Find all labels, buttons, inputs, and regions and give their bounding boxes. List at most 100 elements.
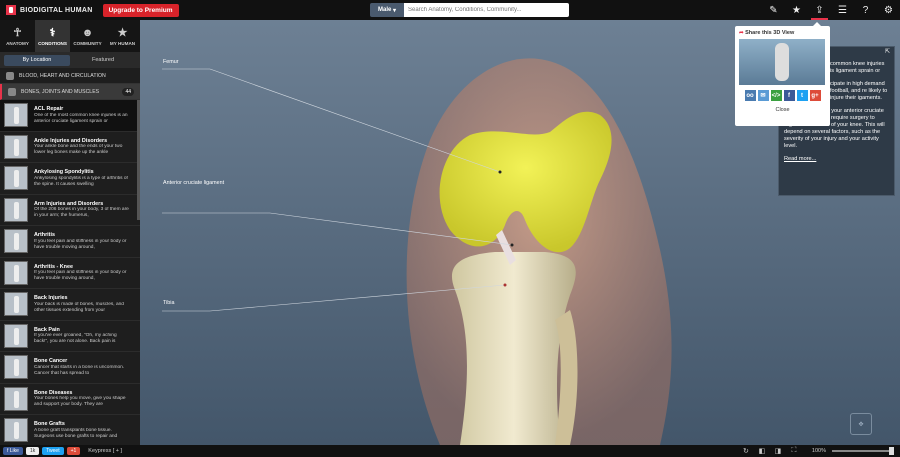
tibia-bone	[451, 252, 576, 445]
list-item[interactable]: Bone Cancer Cancer that starts in a bone …	[0, 352, 140, 384]
sidebar: ☥ ANATOMY ⚕ CONDITIONS ☻ COMMUNITY ★ MY HUMA…	[0, 20, 140, 445]
tab-label: MY HUMAN	[109, 41, 136, 46]
list-item[interactable]: Arthritis - Knee If you feel pain and sti…	[0, 258, 140, 289]
list-item-text: Ankle Injuries and Disorders Your ankle b…	[34, 138, 132, 156]
app-title: BIODIGITAL HUMAN	[20, 6, 93, 14]
category-label: BLOOD, HEART AND CIRCULATION	[19, 72, 106, 79]
subtabs: By Location Featured	[0, 52, 140, 68]
people-icon: ☻	[81, 26, 94, 39]
list-item[interactable]: ACL Repair One of the most common knee in…	[0, 100, 140, 132]
condition-thumbnail	[4, 386, 28, 411]
reset-icon[interactable]: ↻	[740, 447, 752, 456]
star-icon[interactable]: ★	[785, 0, 808, 20]
list-item[interactable]: Back Injuries Your back is made of bones,…	[0, 289, 140, 321]
list-item[interactable]: Bone Diseases Your bones help you move, g…	[0, 384, 140, 415]
checklist-icon[interactable]: ☰	[831, 0, 854, 20]
tibia-label[interactable]: Tibia	[163, 300, 174, 306]
keypress-toggle[interactable]: Keypress [ + ]	[88, 448, 122, 454]
list-item-text: Bone Cancer Cancer that starts in a bone …	[34, 358, 132, 376]
subtab-by-location[interactable]: By Location	[4, 54, 70, 66]
upgrade-button[interactable]: Upgrade to Premium	[102, 3, 179, 17]
top-toolbar: ✎ ★ ⇪ ☰ ? ⚙	[762, 0, 900, 20]
share-link-button[interactable]: oo	[744, 90, 756, 101]
list-item-description: Of the 206 bones in your body, 3 of them…	[34, 207, 129, 218]
help-icon[interactable]: ?	[854, 0, 877, 20]
femur-marker[interactable]	[498, 170, 502, 174]
tab-conditions[interactable]: ⚕ CONDITIONS	[35, 20, 70, 52]
share-icon[interactable]: ⇪	[808, 0, 831, 20]
tab-anatomy[interactable]: ☥ ANATOMY	[0, 20, 35, 52]
list-item-description: Your back is made of bones, muscles, and…	[34, 301, 124, 313]
logo-icon	[6, 5, 16, 15]
list-item[interactable]: Arm Injuries and Disorders Of the 206 bon…	[0, 195, 140, 226]
acl-marker[interactable]	[510, 243, 514, 247]
acl-label[interactable]: Anterior cruciate ligament	[163, 180, 224, 186]
layout-left-icon[interactable]: ◧	[756, 447, 768, 456]
share-title: ➦ Share this 3D View	[739, 30, 826, 36]
facebook-like-button[interactable]: f Like	[3, 447, 23, 455]
share-gplus-button[interactable]: g+	[809, 90, 821, 101]
list-item[interactable]: Ankle Injuries and Disorders Your ankle b…	[0, 132, 140, 163]
list-item-text: ACL Repair One of the most common knee in…	[34, 106, 132, 124]
condition-thumbnail	[4, 323, 28, 348]
expand-icon[interactable]: ⇱	[885, 49, 890, 56]
list-item-description: Your ankle bone and the ends of your two…	[34, 144, 123, 155]
category-bones-joints[interactable]: BONES, JOINTS AND MUSCLES 44	[0, 84, 140, 100]
tweet-button[interactable]: Tweet	[42, 447, 64, 455]
fullscreen-icon[interactable]: ⛶	[788, 447, 800, 456]
star-icon: ★	[117, 27, 128, 39]
logo[interactable]: BIODIGITAL HUMAN	[6, 5, 93, 15]
list-item-text: Back Injuries Your back is made of bones,…	[34, 295, 132, 313]
like-count: 1k	[25, 447, 40, 455]
list-item-text: Arthritis If you feel pain and stiffness …	[34, 232, 132, 250]
list-item-description: If you feel pain and stiffness in your b…	[34, 270, 127, 281]
list-item-description: If you've ever groaned, "Oh, my aching b…	[34, 333, 117, 344]
condition-thumbnail	[4, 229, 28, 254]
heart-icon	[6, 71, 14, 80]
tab-my-human[interactable]: ★ MY HUMAN	[105, 20, 140, 52]
gplus-button[interactable]: +1	[66, 447, 81, 455]
condition-thumbnail	[4, 418, 28, 443]
share-embed-button[interactable]: </>	[770, 90, 782, 101]
subtab-featured[interactable]: Featured	[70, 55, 136, 66]
list-item-text: Arthritis - Knee If you feel pain and sti…	[34, 264, 132, 282]
view-controls: ↻ ◧ ◨ ⛶ 100%	[736, 445, 894, 457]
stethoscope-icon: ⚕	[49, 27, 56, 39]
search-input[interactable]	[404, 3, 569, 17]
list-item-description: Your bones help you move, give you shape…	[34, 396, 126, 407]
gender-label: Male	[377, 7, 392, 13]
bottom-bar: f Like 1k Tweet +1 Keypress [ + ] ↻ ◧ ◨ …	[0, 445, 900, 457]
list-item[interactable]: Ankylosing Spondylitis Ankylosing spondyl…	[0, 163, 140, 195]
read-more-link[interactable]: Read more...	[784, 156, 816, 162]
list-item[interactable]: Bone Grafts A bone graft transplants bone…	[0, 415, 140, 445]
list-item-text: Bone Grafts A bone graft transplants bone…	[34, 421, 132, 439]
condition-list: ACL Repair One of the most common knee in…	[0, 100, 140, 445]
category-blood-heart[interactable]: BLOOD, HEART AND CIRCULATION	[0, 68, 140, 84]
condition-thumbnail	[4, 103, 28, 128]
tab-community[interactable]: ☻ COMMUNITY	[70, 20, 105, 52]
femur-label[interactable]: Femur	[163, 59, 179, 65]
condition-thumbnail	[4, 355, 28, 380]
camera-nav-control[interactable]: ✥	[850, 413, 872, 435]
list-item[interactable]: Arthritis If you feel pain and stiffness …	[0, 226, 140, 258]
layout-right-icon[interactable]: ◨	[772, 447, 784, 456]
count-badge: 44	[122, 87, 134, 96]
list-item-description: If you feel pain and stiffness in your b…	[34, 238, 127, 250]
gear-icon[interactable]: ⚙	[877, 0, 900, 20]
share-email-button[interactable]: ✉	[757, 90, 769, 101]
pencil-icon[interactable]: ✎	[762, 0, 785, 20]
share-facebook-button[interactable]: f	[783, 90, 795, 101]
person-icon: ☥	[13, 27, 22, 39]
gender-select[interactable]: Male ▾	[370, 3, 404, 17]
list-item[interactable]: Back Pain If you've ever groaned, "Oh, my…	[0, 321, 140, 352]
close-button[interactable]: Close	[739, 107, 826, 113]
search-bar: Male ▾	[370, 3, 569, 17]
share-twitter-button[interactable]: t	[796, 90, 808, 101]
condition-thumbnail	[4, 292, 28, 317]
list-item-description: A bone graft transplants bone tissue. Su…	[34, 427, 118, 439]
list-item-text: Arm Injuries and Disorders Of the 206 bon…	[34, 201, 132, 219]
list-item-text: Bone Diseases Your bones help you move, g…	[34, 390, 132, 408]
tibia-marker[interactable]	[503, 283, 507, 287]
condition-thumbnail	[4, 166, 28, 191]
zoom-slider[interactable]	[832, 447, 894, 455]
